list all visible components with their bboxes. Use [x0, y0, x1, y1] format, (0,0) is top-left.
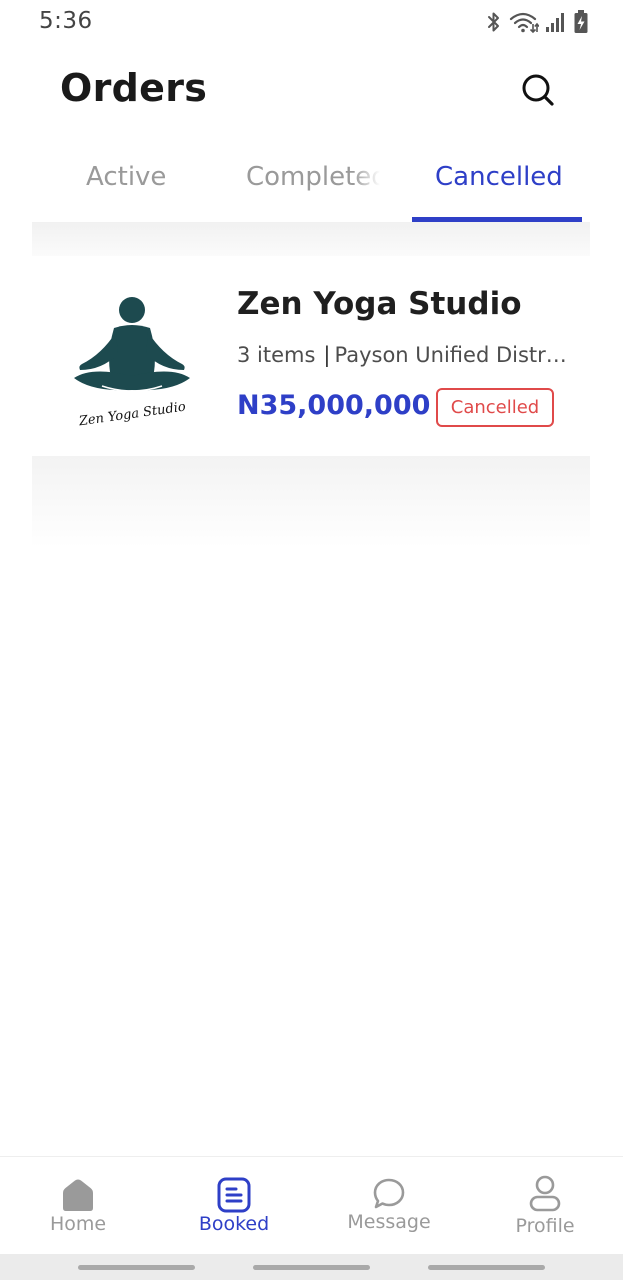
wifi-icon	[509, 10, 539, 34]
search-button[interactable]	[516, 70, 560, 114]
nav-label-booked: Booked	[198, 1213, 270, 1235]
nav-label-message: Message	[347, 1211, 431, 1233]
order-price: N35,000,000	[237, 390, 431, 421]
nav-label-profile: Profile	[515, 1215, 575, 1237]
nav-item-message[interactable]: Message	[311, 1157, 467, 1255]
home-icon	[60, 1177, 96, 1217]
tab-active[interactable]: Active	[86, 162, 166, 192]
list-shadow-bottom	[32, 456, 590, 548]
status-time: 5:36	[39, 8, 93, 34]
tab-cancelled[interactable]: Cancelled	[435, 162, 563, 192]
message-icon	[372, 1177, 406, 1215]
nav-item-home[interactable]: Home	[0, 1157, 156, 1255]
gesture-pill-left[interactable]	[78, 1265, 195, 1270]
order-meta: 3 items | Payson Unified District	[237, 343, 567, 367]
search-icon	[520, 72, 556, 112]
order-card[interactable]: Zen Yoga Studio Zen Yoga Studio 3 items |…	[32, 256, 590, 456]
zen-yoga-studio-logo: Zen Yoga Studio	[62, 292, 202, 432]
bluetooth-icon	[485, 10, 503, 34]
order-meta-separator: |	[323, 343, 331, 367]
logo-script-text: Zen Yoga Studio	[77, 400, 187, 430]
system-gesture-bar	[0, 1254, 623, 1280]
nav-label-home: Home	[49, 1213, 107, 1235]
battery-charging-icon	[573, 9, 589, 35]
bottom-nav: Home Booked Message Profile	[0, 1156, 623, 1255]
tab-completed[interactable]: Completed	[246, 162, 380, 192]
signal-icon	[545, 10, 567, 34]
gesture-pill-center[interactable]	[253, 1265, 370, 1270]
gesture-pill-right[interactable]	[428, 1265, 545, 1270]
order-title: Zen Yoga Studio	[237, 286, 522, 322]
status-icons	[485, 8, 589, 36]
order-items-count: 3 items	[237, 343, 316, 367]
status-badge: Cancelled	[436, 388, 554, 427]
list-shadow-top	[32, 222, 590, 256]
orders-screen: 5:36 Orders Active Completed Cancelled Z…	[0, 0, 623, 1280]
booked-icon	[217, 1177, 251, 1217]
nav-item-profile[interactable]: Profile	[467, 1157, 623, 1255]
order-tabs: Active Completed Cancelled	[0, 150, 623, 224]
profile-icon	[529, 1175, 561, 1217]
order-location: Payson Unified District	[334, 343, 568, 367]
page-title: Orders	[60, 66, 208, 110]
nav-item-booked[interactable]: Booked	[156, 1157, 312, 1255]
status-bar: 5:36	[0, 0, 623, 44]
